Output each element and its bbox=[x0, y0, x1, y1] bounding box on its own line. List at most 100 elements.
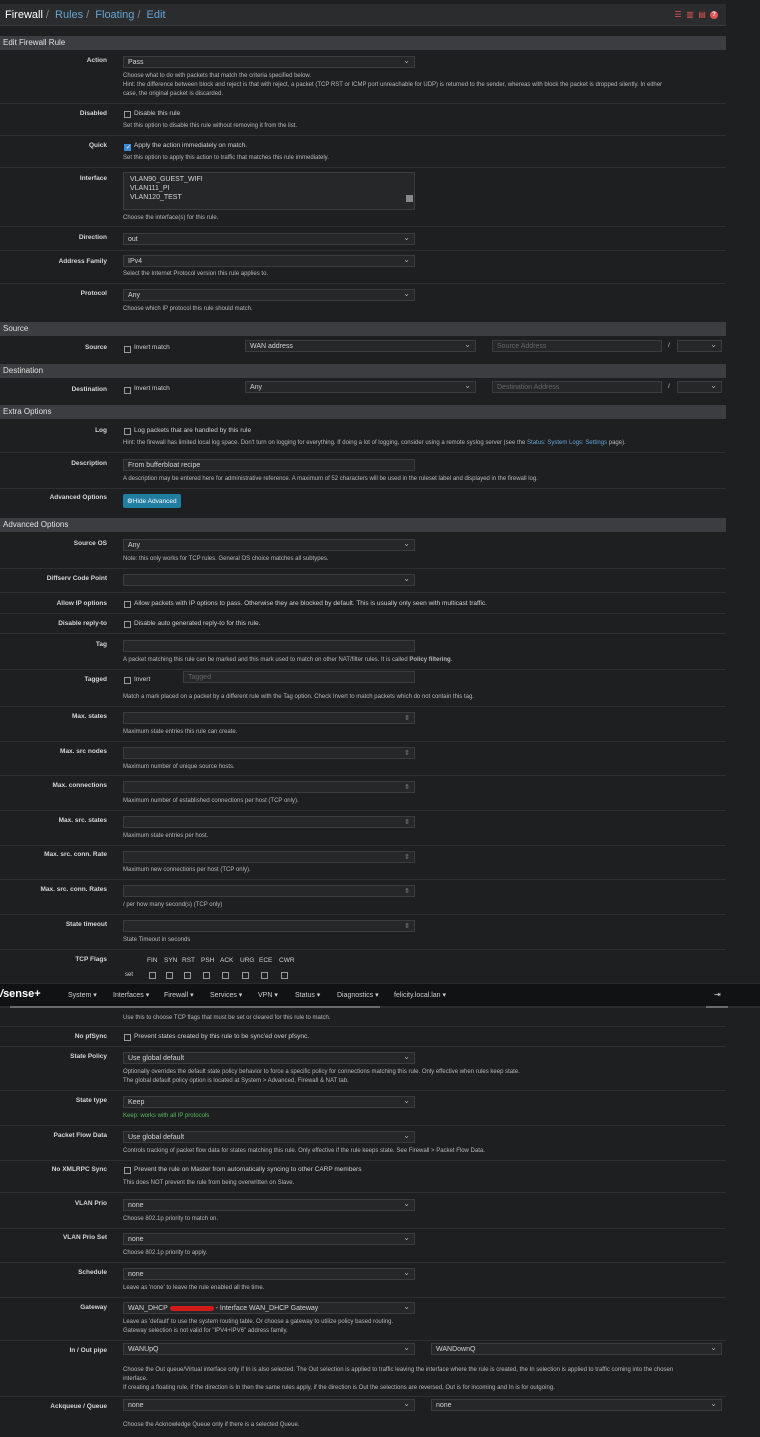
direction-select[interactable]: out bbox=[123, 233, 415, 245]
max-conn-rate-input[interactable] bbox=[123, 851, 415, 863]
source-invert-checkbox[interactable] bbox=[124, 346, 131, 353]
tcp-flag-set-checkbox[interactable] bbox=[149, 972, 156, 979]
hide-advanced-button[interactable]: ⚙Hide Advanced bbox=[123, 494, 181, 508]
max-connections-hint: Maximum number of established connection… bbox=[123, 798, 299, 804]
ackqueue-hint: Choose the Acknowledge Queue only if the… bbox=[123, 1422, 300, 1428]
address-family-select[interactable]: IPv4 bbox=[123, 255, 415, 267]
breadcrumb-rules[interactable]: Rules bbox=[55, 9, 83, 21]
no-pfsync-checkbox[interactable] bbox=[124, 1034, 131, 1041]
help-icon[interactable]: ? bbox=[710, 11, 718, 19]
interface-listbox[interactable]: VLAN90_GUEST_WIFI VLAN111_PI VLAN120_TES… bbox=[123, 172, 415, 210]
source-os-select[interactable]: Any bbox=[123, 539, 415, 551]
section-source: Source bbox=[0, 322, 726, 336]
nav-item[interactable]: Firewall ▾ bbox=[164, 991, 194, 999]
tcp-flag-set-checkbox[interactable] bbox=[166, 972, 173, 979]
pfsense-logo[interactable]: /sense+ bbox=[0, 988, 41, 1000]
tcp-flag-set-checkbox[interactable] bbox=[203, 972, 210, 979]
source-mask-select[interactable] bbox=[677, 340, 722, 352]
ackqueue-select[interactable]: none bbox=[123, 1399, 415, 1411]
log-checkbox[interactable] bbox=[124, 428, 131, 435]
chart-icon[interactable]: ▥ bbox=[686, 11, 694, 19]
caret-down-icon: ▾ bbox=[91, 992, 97, 999]
nav-item[interactable]: felicity.local.lan ▾ bbox=[394, 991, 446, 999]
sliders-icon[interactable]: ☰ bbox=[674, 11, 682, 19]
max-states-input[interactable] bbox=[123, 712, 415, 724]
nav-item[interactable]: Status ▾ bbox=[295, 991, 320, 999]
tcp-flag-label: URG bbox=[240, 957, 255, 964]
out-pipe-select[interactable]: WANDownQ bbox=[431, 1343, 722, 1355]
interface-option[interactable]: VLAN90_GUEST_WIFI bbox=[130, 175, 408, 184]
tcp-flag-set-checkbox[interactable] bbox=[184, 972, 191, 979]
max-connections-input[interactable] bbox=[123, 781, 415, 793]
tagged-invert-checkbox[interactable] bbox=[124, 677, 131, 684]
state-policy-select[interactable]: Use global default bbox=[123, 1052, 415, 1064]
state-type-hint: Keep: works with all IP protocols bbox=[123, 1113, 210, 1119]
in-pipe-select[interactable]: WANUpQ bbox=[123, 1343, 415, 1355]
breadcrumb-edit[interactable]: Edit bbox=[147, 9, 166, 21]
tagged-input[interactable]: Tagged bbox=[183, 671, 415, 683]
source-address-input[interactable]: Source Address bbox=[492, 340, 662, 352]
max-src-states-input[interactable] bbox=[123, 816, 415, 828]
ackqueue-label: Ackqueue / Queue bbox=[50, 1403, 107, 1410]
max-conn-rates-label: Max. src. conn. Rates bbox=[40, 886, 107, 893]
state-type-select[interactable]: Keep bbox=[123, 1096, 415, 1108]
action-select[interactable]: Pass bbox=[123, 56, 415, 68]
log-text: Log packets that are handled by this rul… bbox=[134, 427, 252, 434]
no-pfsync-text: Prevent states created by this rule to b… bbox=[134, 1033, 310, 1040]
syslog-settings-link[interactable]: Status: System Logs: Settings bbox=[527, 440, 607, 446]
listbox-scrollbar[interactable] bbox=[406, 195, 413, 202]
tag-input[interactable] bbox=[123, 640, 415, 652]
protocol-select[interactable]: Any bbox=[123, 289, 415, 301]
nav-item[interactable]: Interfaces ▾ bbox=[113, 991, 149, 999]
source-type-select[interactable]: WAN address bbox=[245, 340, 476, 352]
table-icon[interactable]: ▤ bbox=[698, 11, 706, 19]
queue-select[interactable]: none bbox=[431, 1399, 722, 1411]
description-input[interactable]: From bufferbloat recipe bbox=[123, 459, 415, 471]
packet-flow-select[interactable]: Use global default bbox=[123, 1131, 415, 1143]
gateway-select[interactable]: WAN_DHCP - Interface WAN_DHCP Gateway bbox=[123, 1302, 415, 1314]
destination-invert-checkbox[interactable] bbox=[124, 387, 131, 394]
destination-type-select[interactable]: Any bbox=[245, 381, 476, 393]
nav-item[interactable]: Diagnostics ▾ bbox=[337, 991, 379, 999]
vlan-prio-set-label: VLAN Prio Set bbox=[62, 1234, 107, 1241]
nav-item[interactable]: VPN ▾ bbox=[258, 991, 278, 999]
reply-to-checkbox[interactable] bbox=[124, 621, 131, 628]
description-label: Description bbox=[71, 460, 107, 467]
no-xmlrpc-checkbox[interactable] bbox=[124, 1167, 131, 1174]
vlan-prio-label: VLAN Prio bbox=[74, 1200, 107, 1207]
max-connections-label: Max. connections bbox=[52, 782, 107, 789]
breadcrumb-floating[interactable]: Floating bbox=[95, 9, 134, 21]
source-slash: / bbox=[668, 342, 670, 349]
max-src-nodes-input[interactable] bbox=[123, 747, 415, 759]
nav-item[interactable]: System ▾ bbox=[68, 991, 97, 999]
schedule-select[interactable]: none bbox=[123, 1268, 415, 1280]
state-timeout-input[interactable] bbox=[123, 920, 415, 932]
logout-icon[interactable]: ⇥ bbox=[714, 990, 721, 999]
disabled-checkbox[interactable] bbox=[124, 111, 131, 118]
max-conn-rates-input[interactable] bbox=[123, 885, 415, 897]
state-policy-label: State Policy bbox=[70, 1053, 107, 1060]
vlan-prio-set-select[interactable]: none bbox=[123, 1233, 415, 1245]
interface-option[interactable]: VLAN120_TEST bbox=[130, 193, 408, 202]
dscp-select[interactable] bbox=[123, 574, 415, 586]
protocol-hint: Choose which IP protocol this rule shoul… bbox=[123, 306, 253, 312]
quick-checkbox[interactable] bbox=[124, 144, 131, 151]
destination-address-input[interactable]: Destination Address bbox=[492, 381, 662, 393]
caret-down-icon: ▾ bbox=[314, 992, 321, 999]
schedule-hint: Leave as 'none' to leave the rule enable… bbox=[123, 1285, 265, 1291]
vlan-prio-select[interactable]: none bbox=[123, 1199, 415, 1211]
tcp-flag-set-checkbox[interactable] bbox=[242, 972, 249, 979]
tcp-flags-set-label: set bbox=[125, 972, 134, 978]
caret-down-icon: ▾ bbox=[236, 992, 243, 999]
tcp-flag-set-checkbox[interactable] bbox=[222, 972, 229, 979]
nav-item[interactable]: Services ▾ bbox=[210, 991, 242, 999]
section-extra-options: Extra Options bbox=[0, 405, 726, 419]
destination-mask-select[interactable] bbox=[677, 381, 722, 393]
action-hint-3: case, the original packet is discarded. bbox=[123, 91, 224, 97]
max-conn-rates-hint: / per how many second(s) (TCP only) bbox=[123, 902, 223, 908]
caret-down-icon: ▾ bbox=[272, 992, 278, 999]
ip-options-checkbox[interactable] bbox=[124, 601, 131, 608]
tcp-flag-set-checkbox[interactable] bbox=[261, 972, 268, 979]
tcp-flag-set-checkbox[interactable] bbox=[281, 972, 288, 979]
interface-option[interactable]: VLAN111_PI bbox=[130, 184, 408, 193]
